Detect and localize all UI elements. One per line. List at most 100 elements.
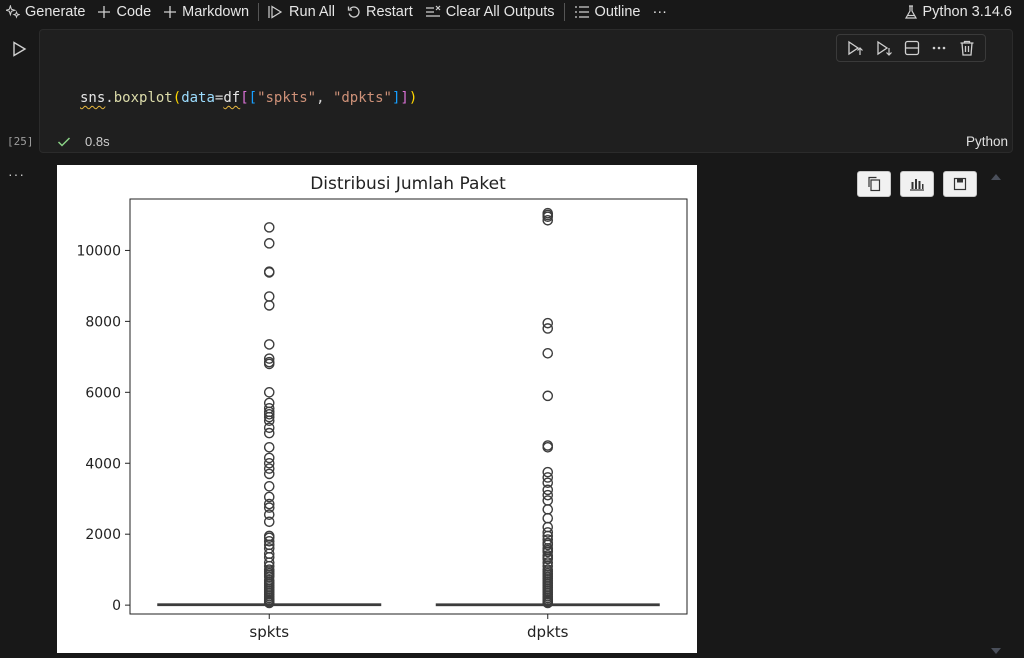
outlier-point [542, 472, 554, 483]
ellipsis-icon [933, 46, 946, 50]
play-icon [13, 41, 27, 57]
y-tick-label: 2000 [85, 527, 121, 543]
output-menu-button[interactable]: ··· [8, 166, 25, 182]
y-tick-label: 4000 [85, 456, 121, 472]
run-all-icon [268, 5, 284, 19]
run-all-label: Run All [289, 4, 335, 20]
run-below-icon [876, 40, 892, 56]
outlier-point [542, 347, 554, 359]
outlier-point [263, 222, 275, 233]
kernel-label: Python 3.14.6 [922, 4, 1013, 20]
clear-outputs-button[interactable]: Clear All Outputs [419, 0, 561, 24]
outlier-point [263, 339, 275, 350]
outlier-point [542, 484, 554, 496]
outlier-point [263, 481, 275, 492]
generate-label: Generate [25, 4, 86, 20]
copy-icon [868, 176, 881, 192]
flask-icon [904, 4, 918, 20]
toolbar-divider [258, 3, 260, 21]
cell-more-button[interactable] [931, 39, 947, 57]
sparkle-icon [6, 5, 20, 19]
restart-label: Restart [365, 4, 413, 20]
outlier-point [263, 387, 275, 398]
y-axis: 0 2000 4000 6000 8000 10000 [76, 243, 130, 614]
delete-cell-button[interactable] [958, 39, 976, 57]
box-group [157, 222, 382, 609]
markdown-label: Markdown [182, 4, 250, 20]
plot-frame [129, 198, 688, 615]
outline-button[interactable]: Outline [568, 0, 647, 24]
chart-title: Distribusi Jumlah Paket [310, 174, 506, 194]
scroll-down-arrow-icon[interactable] [990, 642, 1002, 658]
generate-button[interactable]: Generate [0, 0, 91, 24]
copy-output-button[interactable] [857, 171, 891, 197]
code-cell[interactable]: sns.boxplot(data=df[["spkts", "dpkts"]])… [39, 29, 1013, 304]
save-icon [953, 177, 967, 191]
outlier-point [263, 468, 275, 480]
clear-outputs-label: Clear All Outputs [445, 4, 555, 20]
add-code-button[interactable]: Code [91, 0, 157, 24]
boxplot-chart: Distribusi Jumlah Paket 0 2000 4000 6000 800… [76, 174, 688, 641]
output-toolbar [857, 171, 977, 197]
restart-button[interactable]: Restart [341, 0, 419, 24]
outlier-point [542, 390, 554, 402]
restart-icon [347, 5, 361, 19]
bar-chart-icon [910, 179, 924, 191]
outlier-point [263, 291, 275, 302]
open-plot-viewer-button[interactable] [900, 171, 934, 197]
kernel-picker[interactable]: Python 3.14.6 [898, 0, 1019, 24]
run-all-button[interactable]: Run All [262, 0, 341, 24]
cell-toolbar [836, 34, 986, 62]
x-tick-label: dpkts [527, 623, 569, 641]
run-above-button[interactable] [846, 39, 864, 57]
outlier-point [263, 300, 275, 311]
box-series [157, 207, 660, 609]
outlier-point [263, 397, 275, 409]
toolbar-divider [563, 3, 565, 21]
toolbar-more-button[interactable]: ··· [647, 0, 674, 24]
clear-all-icon [425, 5, 441, 19]
run-above-icon [848, 40, 864, 56]
y-tick-label: 0 [112, 598, 121, 614]
outlier-point [542, 504, 554, 515]
code-line: sns.boxplot(data=df[["spkts", "dpkts"]]) [80, 90, 418, 106]
outlier-point [263, 441, 275, 453]
outlier-point [263, 238, 275, 249]
outlier-point [263, 516, 275, 528]
y-tick-label: 8000 [85, 314, 121, 330]
outlier-point [542, 521, 554, 533]
plus-icon [97, 5, 111, 19]
success-check-icon [57, 135, 71, 151]
cell-language[interactable]: Python [966, 134, 1008, 149]
trash-icon [960, 40, 974, 56]
run-cell-button[interactable] [10, 40, 28, 58]
outlier-point [542, 323, 554, 334]
plot-output: Distribusi Jumlah Paket 0 2000 4000 6000 800… [57, 165, 697, 653]
plus-icon [163, 5, 177, 19]
outlier-point [542, 512, 554, 524]
split-cell-icon [904, 40, 920, 56]
code-label: Code [116, 4, 152, 20]
outlier-point [542, 495, 554, 506]
outline-label: Outline [594, 4, 641, 20]
outlier-point [263, 427, 275, 439]
y-tick-label: 6000 [85, 385, 121, 401]
outlier-point [542, 489, 554, 501]
split-cell-button[interactable] [903, 39, 921, 57]
scroll-up-arrow-icon[interactable] [990, 168, 1002, 184]
add-markdown-button[interactable]: Markdown [157, 0, 255, 24]
y-tick-label: 10000 [76, 243, 121, 259]
outlier-point [542, 466, 554, 478]
outlier-point [263, 452, 275, 464]
notebook-toolbar: Generate Code Markdown Run All Restart C… [0, 0, 1024, 24]
x-tick-label: spkts [249, 623, 289, 641]
execution-count: [25] [7, 135, 34, 148]
box-group [435, 207, 660, 609]
save-output-button[interactable] [943, 171, 977, 197]
outlier-point [263, 457, 275, 469]
run-below-button[interactable] [875, 39, 893, 57]
execution-time: 0.8s [85, 134, 110, 149]
outlier-point [542, 317, 554, 329]
x-axis: spkts dpkts [249, 614, 569, 641]
list-icon [574, 5, 590, 19]
